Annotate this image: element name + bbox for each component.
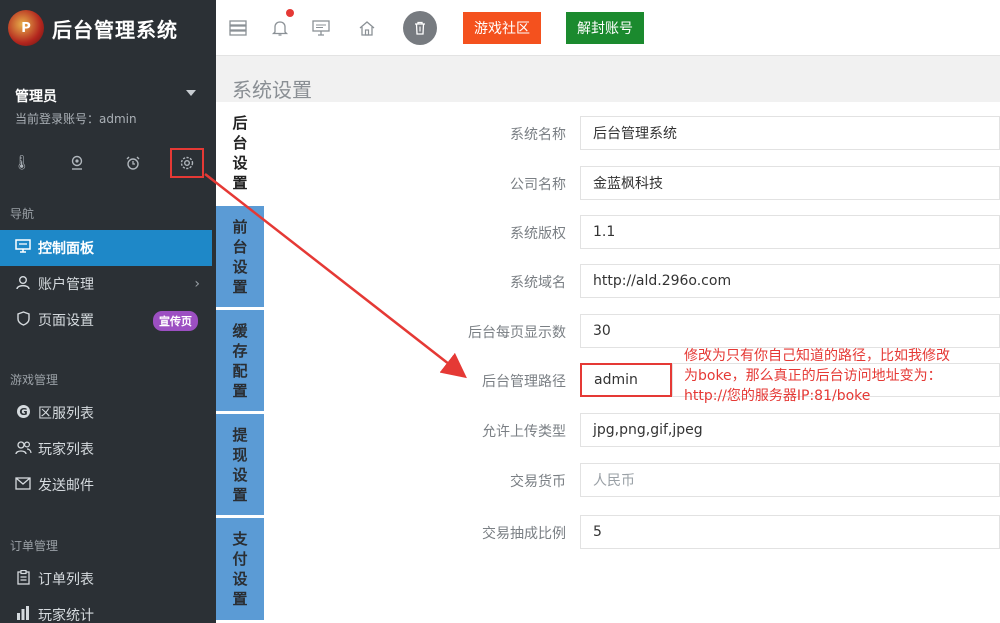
user-info[interactable]: 管理员 当前登录账号：admin (15, 86, 137, 127)
annotation-line: 修改为只有你自己知道的路径，比如我修改 (684, 348, 950, 364)
users-icon (14, 440, 32, 459)
page-title: 系统设置 (232, 78, 312, 102)
sidebar-item-send-mail[interactable]: 发送邮件 (0, 467, 212, 503)
promo-badge: 宣传页 (153, 311, 198, 331)
currency-input[interactable]: 人民币 (580, 463, 1000, 497)
field-label: 允许上传类型 (482, 424, 566, 440)
shield-icon (14, 310, 32, 330)
sidebar-item-players[interactable]: 玩家列表 (0, 431, 212, 467)
tab-payment-settings[interactable]: 支付设置 (216, 518, 264, 623)
page-size-input[interactable]: 30 (580, 314, 1000, 348)
mail-icon (14, 476, 32, 494)
sidebar-item-label: 发送邮件 (38, 478, 94, 494)
admin-path-input[interactable]: admin (580, 363, 672, 397)
game-community-button[interactable]: 游戏社区 (463, 12, 541, 44)
field-label: 后台管理路径 (482, 374, 566, 390)
sidebar-item-label: 玩家统计 (38, 608, 94, 623)
sidebar-item-label: 玩家列表 (38, 442, 94, 458)
nav-section-label: 导航 (10, 207, 35, 221)
tab-cache-config[interactable]: 缓存配置 (216, 310, 264, 414)
app-logo: P (8, 10, 44, 46)
order-section-label: 订单管理 (10, 539, 59, 553)
sidebar-item-player-stats[interactable]: 玩家统计 (0, 597, 212, 623)
sidebar-item-accounts[interactable]: 账户管理 › (0, 266, 212, 302)
field-label: 系统版权 (510, 226, 566, 242)
company-name-input[interactable]: 金蓝枫科技 (580, 166, 1000, 200)
sidebar-item-dashboard[interactable]: 控制面板 (0, 230, 212, 266)
annotation-note: 修改为只有你自己知道的路径，比如我修改 为boke，那么真正的后台访问地址变为：… (684, 346, 996, 406)
sidebar-item-label: 订单列表 (38, 572, 94, 588)
bar-chart-icon (14, 606, 32, 623)
game-section-label: 游戏管理 (10, 373, 59, 387)
unban-account-button[interactable]: 解封账号 (566, 12, 644, 44)
field-label: 系统域名 (510, 275, 566, 291)
upload-types-input[interactable]: jpg,png,gif,jpeg (580, 413, 1000, 447)
user-name: 管理员 (15, 89, 57, 105)
tab-frontend-settings[interactable]: 前台设置 (216, 206, 264, 310)
annotation-line: http://您的服务器IP:81/boke (684, 388, 871, 404)
domain-input[interactable]: http://ald.296o.com (580, 264, 1000, 298)
notification-dot (286, 9, 294, 17)
clipboard-icon (14, 569, 32, 589)
sidebar-item-label: 控制面板 (38, 241, 94, 257)
sidebar-item-page-settings[interactable]: 页面设置 宣传页 (0, 302, 212, 338)
thermometer-icon[interactable]: 🌡︎ (5, 148, 39, 178)
field-label: 系统名称 (510, 127, 566, 143)
location-icon[interactable] (60, 148, 94, 178)
sidebar-item-label: 页面设置 (38, 313, 94, 329)
bell-icon[interactable] (268, 16, 292, 40)
trash-icon[interactable] (403, 11, 437, 45)
brand[interactable]: P 后台管理系统 (0, 0, 216, 56)
chevron-down-icon[interactable] (186, 90, 196, 96)
google-icon: G (14, 404, 32, 423)
gear-icon[interactable] (170, 148, 204, 178)
sidebar: P 后台管理系统 管理员 当前登录账号：admin 🌡︎ 导航 控制面板 账户管… (0, 0, 216, 623)
sidebar-item-servers[interactable]: G 区服列表 (0, 395, 212, 431)
system-name-input[interactable]: 后台管理系统 (580, 116, 1000, 150)
copyright-input[interactable]: 1.1 (580, 215, 1000, 249)
field-label: 交易抽成比例 (482, 526, 566, 542)
annotation-line: 为boke，那么真正的后台访问地址变为： (684, 368, 942, 384)
quick-icon-bar: 🌡︎ (0, 146, 216, 178)
sidebar-item-label: 区服列表 (38, 406, 94, 422)
field-label: 后台每页显示数 (468, 325, 566, 341)
app-title: 后台管理系统 (52, 18, 178, 42)
monitor-icon (14, 239, 32, 257)
chevron-right-icon: › (194, 276, 200, 292)
menu-toggle-icon[interactable] (226, 16, 250, 40)
svg-text:G: G (19, 407, 27, 418)
alarm-icon[interactable] (116, 148, 150, 178)
commission-rate-input[interactable]: 5 (580, 515, 1000, 549)
sidebar-item-orders[interactable]: 订单列表 (0, 561, 212, 597)
sidebar-item-label: 账户管理 (38, 277, 94, 293)
field-label: 交易货币 (510, 474, 566, 490)
home-icon[interactable] (355, 16, 379, 40)
field-label: 公司名称 (510, 177, 566, 193)
user-login-info: 当前登录账号：admin (15, 112, 137, 126)
user-icon (14, 275, 32, 294)
tab-backend-settings[interactable]: 后台设置 (216, 102, 264, 206)
desktop-icon[interactable] (309, 16, 333, 40)
tab-withdraw-settings[interactable]: 提现设置 (216, 414, 264, 518)
